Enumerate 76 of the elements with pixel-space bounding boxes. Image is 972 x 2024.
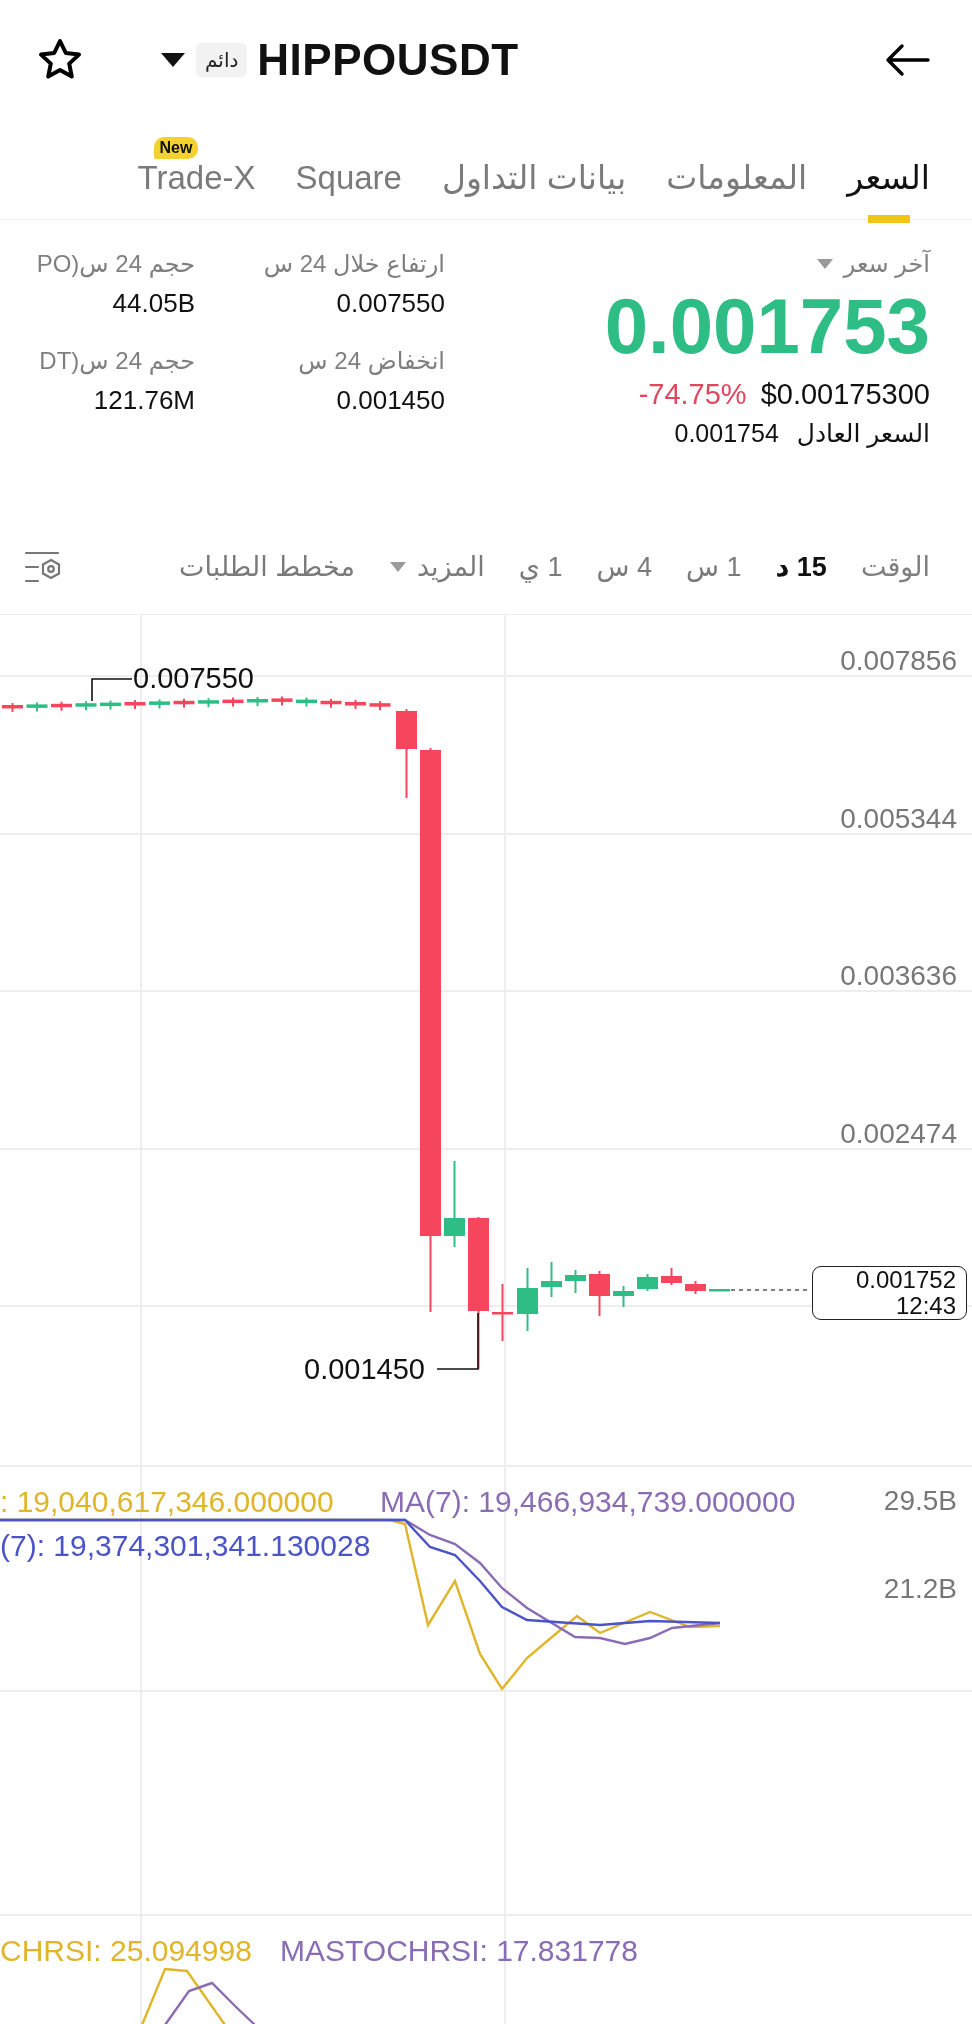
interval-tab[interactable]: 1 س — [686, 551, 742, 583]
stat-label: انخفاض 24 س — [297, 347, 445, 375]
time-label: الوقت — [860, 551, 930, 583]
interval-tab[interactable]: 15 د — [775, 551, 827, 583]
candle — [173, 697, 195, 709]
contract-badge: دائم — [196, 43, 248, 77]
candle — [100, 699, 121, 711]
candle — [198, 697, 219, 709]
candle — [2, 702, 23, 713]
indicator-label: : 19,040,617,346.000000 — [0, 1487, 334, 1517]
stat-label: حجم 24 س(DT — [38, 347, 195, 375]
caret-down-icon[interactable] — [160, 51, 186, 69]
last-price: 0.001753 — [604, 286, 930, 368]
tab-underline — [867, 215, 910, 223]
interval-tab[interactable]: 4 س — [596, 551, 652, 583]
candle — [222, 696, 244, 708]
tab[interactable]: Square — [295, 134, 402, 205]
candle — [492, 1283, 513, 1342]
price-axis-label: 0.005344 — [840, 805, 957, 833]
leader-line — [91, 678, 133, 702]
stat-value: 44.05B — [111, 288, 195, 319]
last-price-value: 0.001752 — [855, 1266, 956, 1293]
stat-value: 121.76M — [92, 385, 195, 416]
candle — [709, 1288, 730, 1292]
candle — [51, 700, 72, 712]
pair-title[interactable]: HIPPOUSDT — [257, 35, 519, 85]
price-axis-label: 0.003636 — [840, 962, 957, 990]
more-dropdown[interactable]: المزيد — [388, 551, 485, 583]
price-axis-label: 0.002474 — [840, 1120, 957, 1148]
volume-axis-label: 29.5B — [883, 1487, 957, 1515]
indicator-label: (7): 19,374,301,341.130028 — [0, 1531, 371, 1561]
volume-axis-label: 21.2B — [883, 1575, 957, 1603]
countdown-timer: 12:43 — [895, 1293, 956, 1320]
tab[interactable]: New Trade-X — [137, 134, 256, 205]
candle — [247, 696, 268, 707]
indicator-label: MA(7): 19,466,934,739.000000 — [380, 1487, 796, 1517]
fair-price: 0.001754 — [674, 418, 779, 448]
candle — [271, 695, 293, 707]
candle — [589, 1270, 610, 1317]
fair-price-label: السعر العادل — [796, 418, 930, 448]
candle — [124, 699, 146, 710]
price-change: -74.75% — [638, 377, 747, 411]
leader-line — [436, 1312, 479, 1370]
tab[interactable]: بيانات التداول — [441, 134, 627, 205]
candle — [637, 1273, 658, 1292]
candle — [320, 697, 342, 709]
depth-chart-tab[interactable]: مخطط الطلبات — [179, 551, 355, 583]
candle — [565, 1269, 586, 1294]
back-arrow-icon[interactable] — [884, 43, 930, 77]
low-price-label: 0.001450 — [304, 1355, 425, 1384]
candle — [75, 700, 97, 712]
indicator-label: CHRSI: 25.094998 — [0, 1936, 252, 1966]
candle — [345, 699, 366, 710]
stat-value: 0.007550 — [335, 288, 445, 319]
stat-label: ارتفاع خلال 24 س — [262, 250, 445, 278]
candle — [369, 700, 391, 712]
indicator-label: MASTOCHRSI: 17.831778 — [280, 1936, 638, 1966]
caret-down-icon — [388, 561, 407, 573]
candle — [517, 1267, 538, 1332]
stat-label: حجم 24 س(PO — [35, 250, 195, 278]
candle — [685, 1280, 706, 1295]
tab[interactable]: السعر — [847, 134, 930, 205]
candle — [613, 1285, 634, 1308]
interval-tab[interactable]: 1 ي — [518, 551, 563, 583]
new-badge: New — [153, 136, 199, 159]
candle — [661, 1267, 682, 1286]
candle — [541, 1261, 562, 1298]
candle — [149, 698, 170, 710]
candle — [26, 701, 48, 713]
high-price-label: 0.007550 — [133, 664, 254, 693]
price-axis-label: 0.007856 — [840, 647, 957, 675]
candle — [296, 696, 317, 708]
price-type-label[interactable]: آخر سعر — [843, 250, 930, 278]
tab[interactable]: المعلومات — [666, 134, 808, 205]
stat-value: 0.001450 — [335, 385, 445, 416]
usd-price: $0.00175300 — [760, 377, 930, 411]
